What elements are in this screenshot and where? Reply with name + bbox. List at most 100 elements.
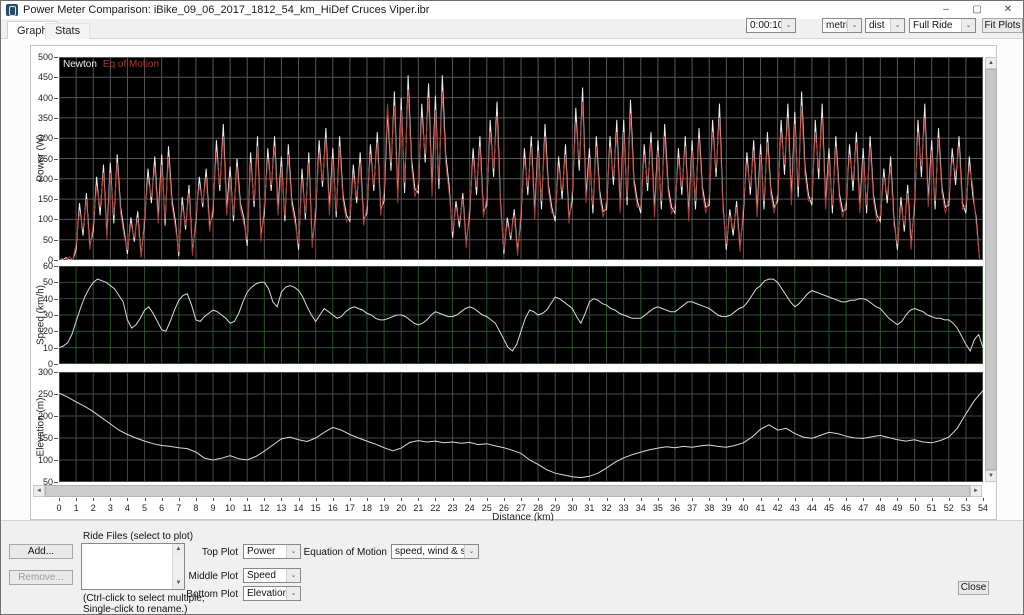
- x-tick-label: 11: [242, 503, 252, 513]
- equation-of-motion-select[interactable]: speed, wind & slope ⌄: [391, 544, 479, 559]
- ride-files-listbox[interactable]: ▲ ▼: [81, 543, 185, 590]
- x-tick-label: 34: [635, 503, 646, 513]
- close-icon[interactable]: ✕: [993, 1, 1023, 19]
- x-tick-label: 24: [464, 503, 475, 513]
- elevation-plot-svg[interactable]: [59, 372, 983, 482]
- x-tick-label: 47: [858, 503, 869, 513]
- x-tick-label: 7: [176, 503, 182, 513]
- x-tick-label: 8: [193, 503, 199, 513]
- close-button[interactable]: Close: [958, 581, 989, 595]
- bottom-plot-select[interactable]: Elevation ⌄: [243, 586, 301, 601]
- power-yaxis: 0 50 100 150 200 250 300 350 400 450 500: [31, 53, 59, 265]
- x-tick-label: 41: [755, 503, 766, 513]
- x-tick-label: 29: [550, 503, 561, 513]
- middle-plot-select[interactable]: Speed ⌄: [243, 568, 301, 583]
- speed-yaxis: 0 10 20 30 40 50 60: [31, 262, 59, 369]
- y-tick-label: 400: [37, 92, 53, 103]
- x-tick-label: 9: [210, 503, 216, 513]
- x-tick-label: 5: [142, 503, 148, 513]
- x-tick-label: 18: [361, 503, 372, 513]
- window-title: Power Meter Comparison: iBike_09_06_2017…: [23, 4, 430, 16]
- plot-vscrollbar[interactable]: ▲ ▼: [985, 57, 997, 482]
- scroll-left-icon[interactable]: ◄: [33, 485, 45, 497]
- x-tick-label: 0: [56, 503, 62, 513]
- bottom-controls: Add... Remove... Ride Files (select to p…: [1, 521, 1023, 615]
- title-bar: Power Meter Comparison: iBike_09_06_2017…: [1, 1, 1023, 19]
- legend-newton: Newton: [63, 59, 97, 70]
- bottom-plot-label: Bottom Plot: [186, 589, 238, 600]
- x-tick-label: 37: [687, 503, 698, 513]
- x-tick-label: 49: [892, 503, 903, 513]
- power-plot-svg[interactable]: [59, 57, 983, 260]
- ride-files-label: Ride Files (select to plot): [83, 531, 194, 542]
- speed-plot-svg[interactable]: [59, 266, 983, 364]
- legend-eq-of-motion: Eq of Motion: [102, 59, 160, 70]
- chevron-down-icon: ⌄: [890, 19, 904, 32]
- y-tick-label: 40: [42, 293, 53, 304]
- x-tick-label: 21: [413, 503, 424, 513]
- y-tick-label: 300: [37, 367, 53, 377]
- x-tick-label: 48: [875, 503, 886, 513]
- tab-stats[interactable]: Stats: [45, 23, 91, 39]
- scroll-up-icon[interactable]: ▲: [985, 57, 997, 69]
- chevron-down-icon: ⌄: [781, 19, 795, 32]
- x-tick-label: 54: [977, 503, 988, 513]
- x-tick-label: 40: [738, 503, 749, 513]
- y-tick-label: 200: [37, 173, 53, 184]
- x-tick-label: 35: [652, 503, 663, 513]
- units-select[interactable]: metric ⌄: [822, 18, 862, 33]
- minimize-icon[interactable]: –: [931, 1, 961, 19]
- top-plot-label: Top Plot: [201, 547, 238, 558]
- scroll-right-icon[interactable]: ►: [970, 485, 982, 497]
- x-tick-label: 44: [806, 503, 817, 513]
- x-tick-label: 16: [327, 503, 338, 513]
- x-tick-label: 19: [379, 503, 390, 513]
- x-tick-label: 27: [515, 503, 526, 513]
- x-tick-label: 14: [293, 503, 304, 513]
- interval-select[interactable]: 0:00:10 ⌄: [746, 18, 796, 33]
- y-tick-label: 100: [37, 214, 53, 225]
- x-tick-label: 45: [823, 503, 834, 513]
- x-tick-label: 28: [533, 503, 544, 513]
- hscrollbar-thumb[interactable]: [45, 485, 970, 497]
- y-tick-label: 250: [37, 153, 53, 164]
- elevation-yaxis: 50 100 150 200 250 300: [31, 368, 59, 487]
- y-tick-label: 20: [42, 326, 53, 337]
- app-icon: [6, 4, 18, 16]
- chevron-down-icon: ⌄: [847, 19, 861, 32]
- x-tick-label: 32: [601, 503, 612, 513]
- x-tick-label: 50: [909, 503, 920, 513]
- x-tick-label: 26: [498, 503, 509, 513]
- x-tick-label: 23: [447, 503, 458, 513]
- x-tick-label: 3: [107, 503, 113, 513]
- chevron-down-icon: ⌄: [286, 587, 300, 600]
- x-tick-label: 22: [430, 503, 441, 513]
- y-tick-label: 60: [42, 261, 53, 271]
- add-button[interactable]: Add...: [9, 544, 73, 559]
- x-tick-label: 36: [669, 503, 680, 513]
- x-tick-label: 20: [396, 503, 407, 513]
- top-plot-select[interactable]: Power ⌄: [243, 544, 301, 559]
- scroll-down-icon[interactable]: ▼: [985, 470, 997, 482]
- x-tick-label: 6: [159, 503, 165, 513]
- x-tick-label: 53: [960, 503, 971, 513]
- x-tick-label: 42: [772, 503, 783, 513]
- x-tick-label: 12: [259, 503, 270, 513]
- power-legend: Newton Eq of Motion: [63, 59, 165, 70]
- fit-plots-button[interactable]: Fit Plots: [982, 18, 1023, 33]
- y-tick-label: 50: [42, 277, 53, 288]
- vscrollbar-thumb[interactable]: [985, 69, 997, 470]
- y-tick-label: 150: [37, 433, 53, 443]
- range-select[interactable]: Full Ride ⌄: [909, 18, 976, 33]
- plot-hscrollbar[interactable]: ◄ ►: [33, 485, 982, 497]
- remove-button[interactable]: Remove...: [9, 570, 73, 585]
- y-tick-label: 350: [37, 112, 53, 123]
- y-tick-label: 10: [42, 342, 53, 353]
- x-tick-label: 52: [943, 503, 954, 513]
- listbox-hint-line2: Single-click to rename.): [83, 604, 188, 615]
- app-window: Power Meter Comparison: iBike_09_06_2017…: [0, 0, 1024, 615]
- xmode-select[interactable]: dist ⌄: [865, 18, 905, 33]
- x-tick-label: 31: [584, 503, 595, 513]
- y-tick-label: 150: [37, 194, 53, 205]
- maximize-icon[interactable]: ▢: [962, 1, 992, 19]
